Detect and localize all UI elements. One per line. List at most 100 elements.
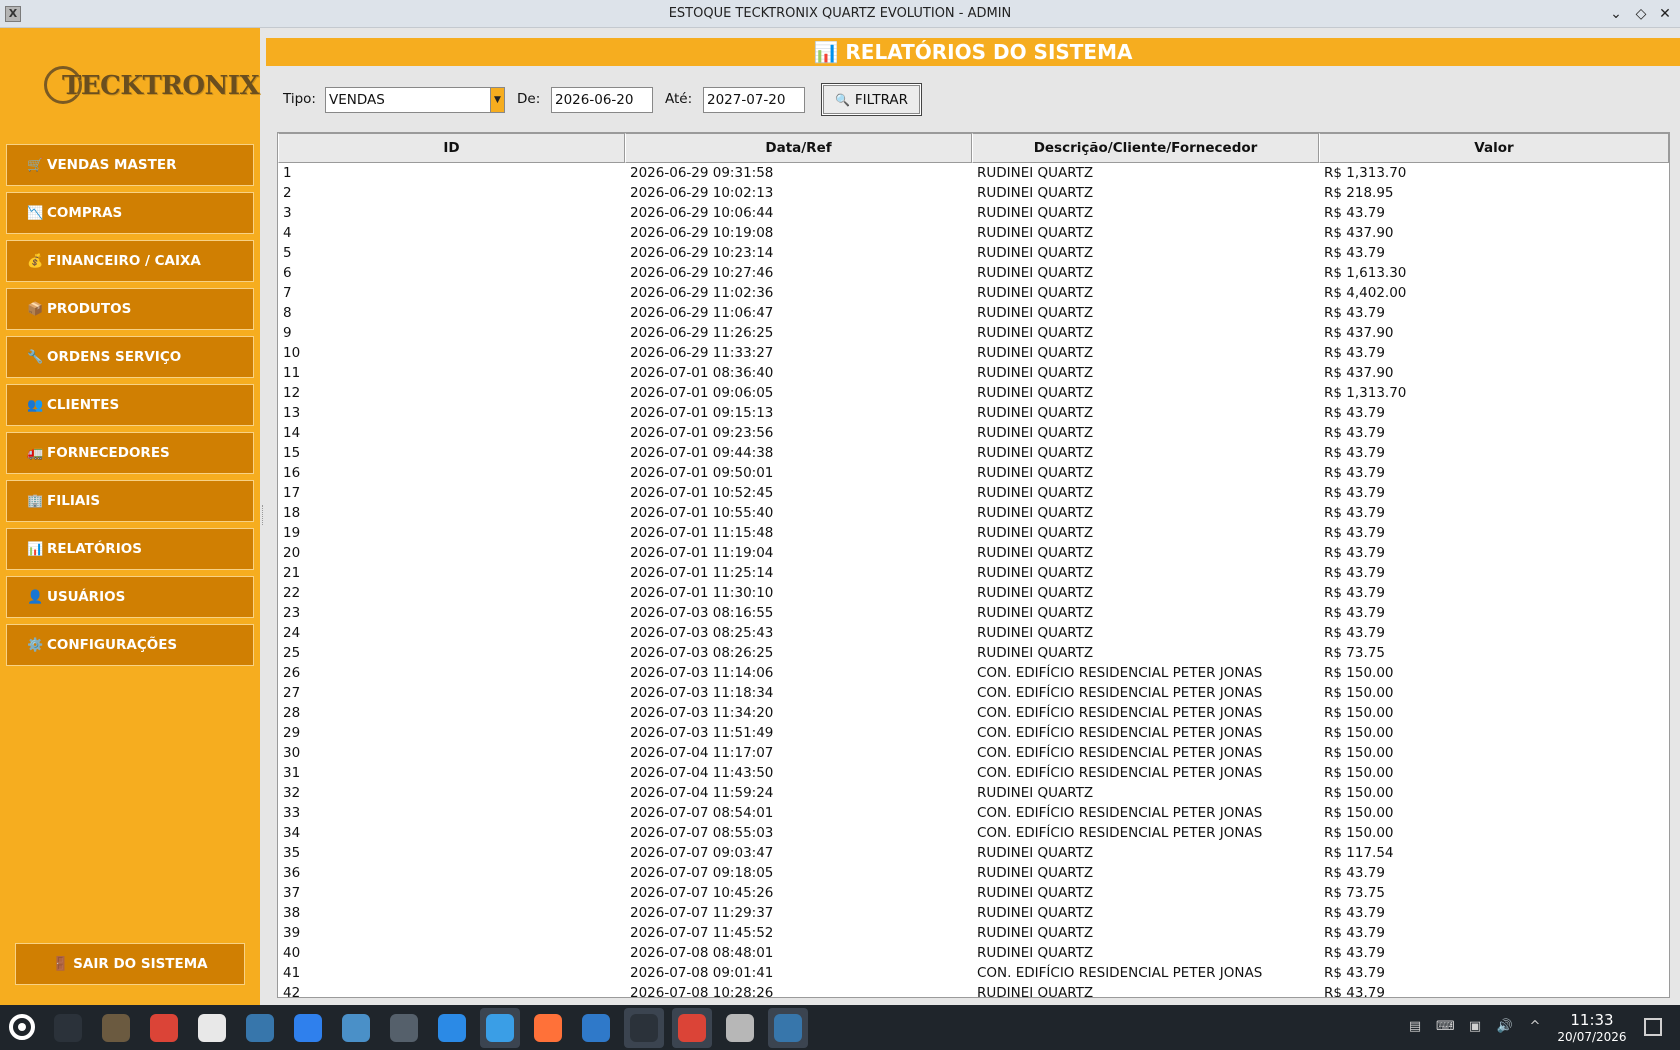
cell-description: CON. EDIFÍCIO RESIDENCIAL PETER JONAS (977, 685, 1263, 701)
clock-date[interactable]: 20/07/2026 (1548, 1030, 1636, 1044)
table-row[interactable]: 17 2026-07-01 10:52:45 RUDINEI QUARTZ R$ 43… (278, 483, 1669, 503)
keyboard-icon[interactable]: ⌨ (1436, 1019, 1455, 1035)
report-table[interactable]: ID Data/Ref Descrição/Cliente/Fornecedor… (277, 132, 1670, 998)
type-select[interactable]: VENDAS ▼ (325, 87, 505, 113)
cell-date: 2026-07-04 11:17:07 (630, 745, 774, 761)
table-row[interactable]: 35 2026-07-07 09:03:47 RUDINEI QUARTZ R$ 11… (278, 843, 1669, 863)
table-row[interactable]: 1 2026-06-29 09:31:58 RUDINEI QUARTZ R$ 1,3… (278, 163, 1669, 183)
table-row[interactable]: 9 2026-06-29 11:26:25 RUDINEI QUARTZ R$ 437… (278, 323, 1669, 343)
table-row[interactable]: 34 2026-07-07 08:55:03 CON. EDIFÍCIO RESID… (278, 823, 1669, 843)
settings-sliders-icon[interactable] (384, 1008, 424, 1048)
table-row[interactable]: 28 2026-07-03 11:34:20 CON. EDIFÍCIO RESID… (278, 703, 1669, 723)
show-desktop-icon[interactable] (1644, 1018, 1662, 1036)
sidebar-item-compras[interactable]: 📉 COMPRAS (6, 192, 254, 234)
gimp-icon[interactable] (96, 1008, 136, 1048)
splitter-handle[interactable] (262, 505, 264, 525)
table-row[interactable]: 8 2026-06-29 11:06:47 RUDINEI QUARTZ R$ 43.… (278, 303, 1669, 323)
table-row[interactable]: 4 2026-06-29 10:19:08 RUDINEI QUARTZ R$ 437… (278, 223, 1669, 243)
table-row[interactable]: 26 2026-07-03 11:14:06 CON. EDIFÍCIO RESID… (278, 663, 1669, 683)
table-row[interactable]: 30 2026-07-04 11:17:07 CON. EDIFÍCIO RESID… (278, 743, 1669, 763)
clipboard-icon[interactable]: ▤ (1406, 1019, 1424, 1035)
sidebar-item-produtos[interactable]: 📦 PRODUTOS (6, 288, 254, 330)
table-row[interactable]: 24 2026-07-03 08:25:43 RUDINEI QUARTZ R$ 43… (278, 623, 1669, 643)
table-row[interactable]: 13 2026-07-01 09:15:13 RUDINEI QUARTZ R$ 43… (278, 403, 1669, 423)
sidebar-item-configuracoes[interactable]: ⚙️ CONFIGURAÇÕES (6, 624, 254, 666)
network-icon[interactable]: ▣ (1466, 1019, 1484, 1035)
table-row[interactable]: 19 2026-07-01 11:15:48 RUDINEI QUARTZ R$ 43… (278, 523, 1669, 543)
sidebar-item-financeiro-caixa[interactable]: 💰 FINANCEIRO / CAIXA (6, 240, 254, 282)
cell-description: RUDINEI QUARTZ (977, 205, 1094, 221)
text-editor-icon[interactable] (192, 1008, 232, 1048)
tray-expand-icon[interactable]: ^ (1526, 1019, 1544, 1035)
table-row[interactable]: 29 2026-07-03 11:51:49 CON. EDIFÍCIO RESID… (278, 723, 1669, 743)
column-header-description[interactable]: Descrição/Cliente/Fornecedor (972, 133, 1319, 163)
file-manager-icon[interactable] (480, 1008, 520, 1048)
table-row[interactable]: 2 2026-06-29 10:02:13 RUDINEI QUARTZ R$ 218… (278, 183, 1669, 203)
table-row[interactable]: 14 2026-07-01 09:23:56 RUDINEI QUARTZ R$ 43… (278, 423, 1669, 443)
table-row[interactable]: 27 2026-07-03 11:18:34 CON. EDIFÍCIO RESID… (278, 683, 1669, 703)
volume-icon[interactable]: 🔊 (1496, 1019, 1514, 1035)
chrome-icon-2[interactable] (672, 1008, 712, 1048)
table-row[interactable]: 22 2026-07-01 11:30:10 RUDINEI QUARTZ R$ 43… (278, 583, 1669, 603)
terminal-icon[interactable] (48, 1008, 88, 1048)
firefox-icon[interactable] (528, 1008, 568, 1048)
terminal-icon-2[interactable] (624, 1008, 664, 1048)
table-row[interactable]: 18 2026-07-01 10:55:40 RUDINEI QUARTZ R$ 43… (278, 503, 1669, 523)
document-icon[interactable] (288, 1008, 328, 1048)
table-row[interactable]: 6 2026-06-29 10:27:46 RUDINEI QUARTZ R$ 1,6… (278, 263, 1669, 283)
sidebar-item-filiais[interactable]: 🏢 FILIAIS (6, 480, 254, 522)
fish-icon[interactable] (336, 1008, 376, 1048)
table-row[interactable]: 7 2026-06-29 11:02:36 RUDINEI QUARTZ R$ 4,4… (278, 283, 1669, 303)
from-date-input[interactable]: 2026-06-20 (551, 87, 653, 113)
database-icon[interactable] (720, 1008, 760, 1048)
building-icon: 🏢 (27, 493, 44, 509)
table-row[interactable]: 25 2026-07-03 08:26:25 RUDINEI QUARTZ R$ 73… (278, 643, 1669, 663)
to-date-input[interactable]: 2027-07-20 (703, 87, 805, 113)
column-header-id[interactable]: ID (278, 133, 625, 163)
exit-system-button[interactable]: 🚪 SAIR DO SISTEMA (15, 943, 245, 985)
sidebar-item-fornecedores[interactable]: 🚛 FORNECEDORES (6, 432, 254, 474)
minimize-icon[interactable]: ⌄ (1606, 4, 1626, 24)
sidebar-item-clientes[interactable]: 👥 CLIENTES (6, 384, 254, 426)
table-row[interactable]: 11 2026-07-01 08:36:40 RUDINEI QUARTZ R$ 43… (278, 363, 1669, 383)
table-row[interactable]: 33 2026-07-07 08:54:01 CON. EDIFÍCIO RESID… (278, 803, 1669, 823)
table-row[interactable]: 41 2026-07-08 09:01:41 CON. EDIFÍCIO RESID… (278, 963, 1669, 983)
table-row[interactable]: 3 2026-06-29 10:06:44 RUDINEI QUARTZ R$ 43.… (278, 203, 1669, 223)
python-app-icon[interactable] (768, 1008, 808, 1048)
chevron-down-icon[interactable]: ▼ (490, 88, 504, 112)
table-row[interactable]: 16 2026-07-01 09:50:01 RUDINEI QUARTZ R$ 43… (278, 463, 1669, 483)
table-row[interactable]: 37 2026-07-07 10:45:26 RUDINEI QUARTZ R$ 73… (278, 883, 1669, 903)
table-row[interactable]: 36 2026-07-07 09:18:05 RUDINEI QUARTZ R$ 43… (278, 863, 1669, 883)
sidebar-item-ordens-servico[interactable]: 🔧 ORDENS SERVIÇO (6, 336, 254, 378)
table-row[interactable]: 42 2026-07-08 10:28:26 RUDINEI QUARTZ R$ 43… (278, 983, 1669, 997)
sidebar-item-relatorios[interactable]: 📊 RELATÓRIOS (6, 528, 254, 570)
thunderbird-icon[interactable] (576, 1008, 616, 1048)
table-row[interactable]: 10 2026-06-29 11:33:27 RUDINEI QUARTZ R$ 43… (278, 343, 1669, 363)
clock-time[interactable]: 11:33 (1562, 1011, 1622, 1029)
table-row[interactable]: 12 2026-07-01 09:06:05 RUDINEI QUARTZ R$ 1,… (278, 383, 1669, 403)
table-row[interactable]: 20 2026-07-01 11:19:04 RUDINEI QUARTZ R$ 43… (278, 543, 1669, 563)
table-row[interactable]: 38 2026-07-07 11:29:37 RUDINEI QUARTZ R$ 43… (278, 903, 1669, 923)
table-row[interactable]: 15 2026-07-01 09:44:38 RUDINEI QUARTZ R$ 43… (278, 443, 1669, 463)
table-row[interactable]: 40 2026-07-08 08:48:01 RUDINEI QUARTZ R$ 43… (278, 943, 1669, 963)
column-header-date[interactable]: Data/Ref (625, 133, 972, 163)
sidebar-item-vendas-master[interactable]: 🛒 VENDAS MASTER (6, 144, 254, 186)
table-row[interactable]: 5 2026-06-29 10:23:14 RUDINEI QUARTZ R$ 43.… (278, 243, 1669, 263)
maximize-icon[interactable]: ◇ (1631, 4, 1651, 24)
from-label: De: (517, 91, 541, 107)
chrome-icon[interactable] (144, 1008, 184, 1048)
table-row[interactable]: 31 2026-07-04 11:43:50 CON. EDIFÍCIO RESID… (278, 763, 1669, 783)
table-row[interactable]: 39 2026-07-07 11:45:52 RUDINEI QUARTZ R$ 43… (278, 923, 1669, 943)
start-menu-icon[interactable] (6, 1011, 38, 1043)
column-header-value[interactable]: Valor (1319, 133, 1669, 163)
table-row[interactable]: 23 2026-07-03 08:16:55 RUDINEI QUARTZ R$ 43… (278, 603, 1669, 623)
table-row[interactable]: 21 2026-07-01 11:25:14 RUDINEI QUARTZ R$ 43… (278, 563, 1669, 583)
close-icon[interactable]: ✕ (1655, 4, 1675, 24)
python-icon[interactable] (240, 1008, 280, 1048)
store-bag-icon[interactable] (432, 1008, 472, 1048)
sidebar-item-usuarios[interactable]: 👤 USUÁRIOS (6, 576, 254, 618)
filter-button[interactable]: 🔍 FILTRAR (821, 83, 922, 116)
cell-date: 2026-07-01 11:30:10 (630, 585, 774, 601)
table-row[interactable]: 32 2026-07-04 11:59:24 RUDINEI QUARTZ R$ 15… (278, 783, 1669, 803)
cell-date: 2026-07-01 11:15:48 (630, 525, 774, 541)
